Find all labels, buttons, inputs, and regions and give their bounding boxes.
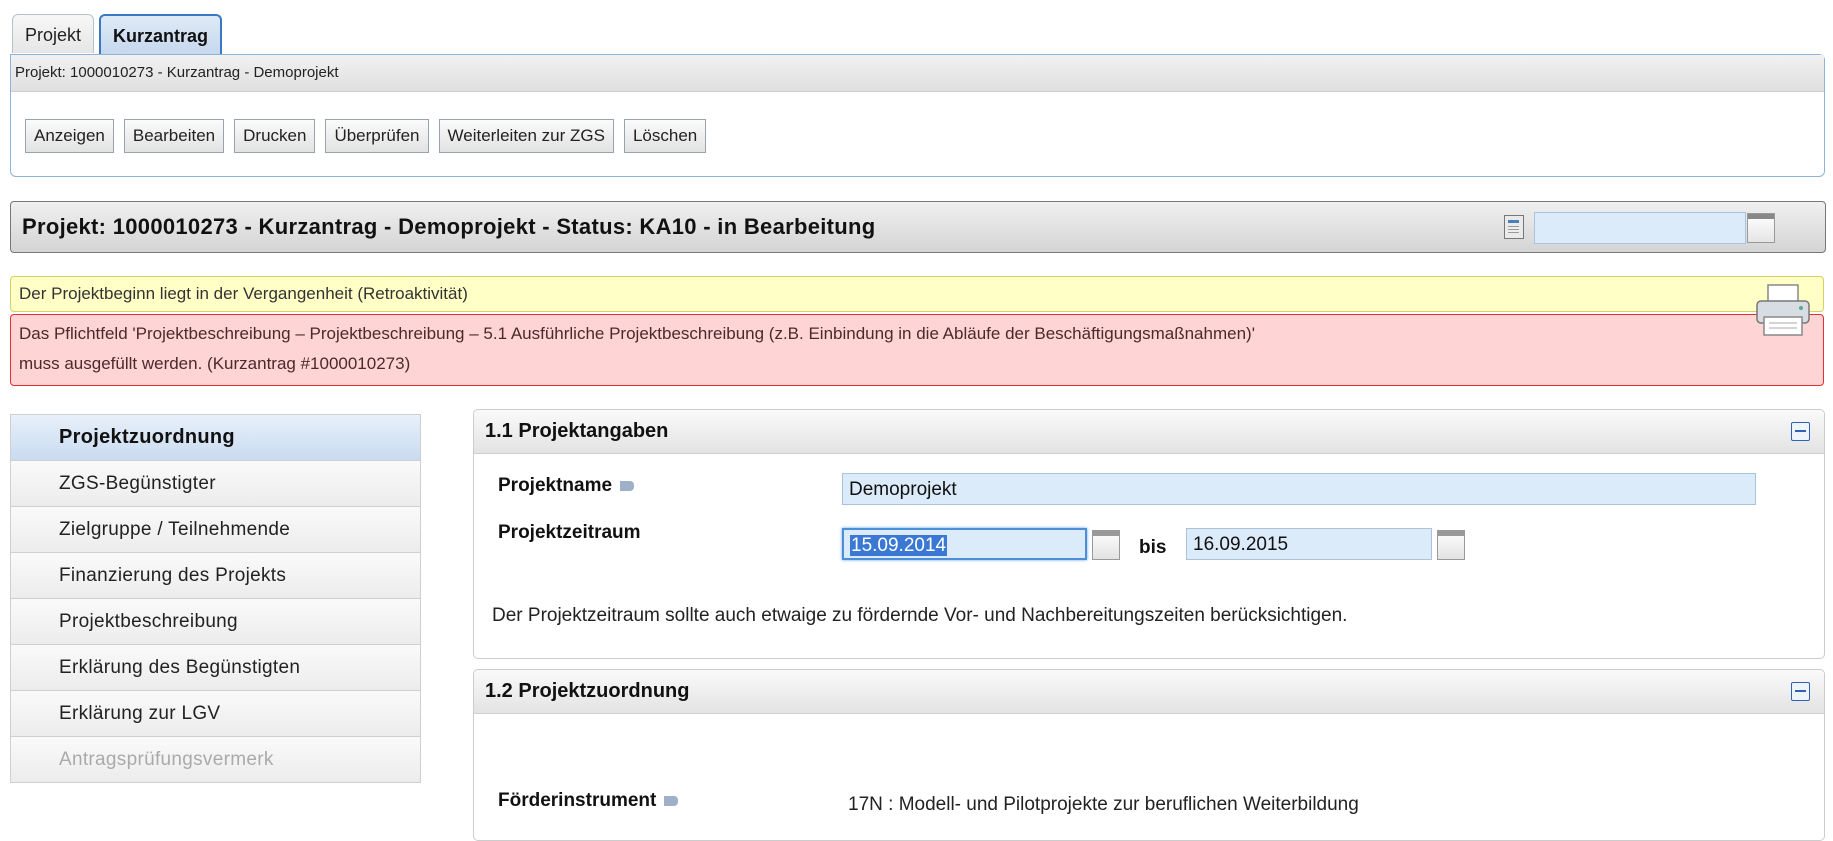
date-from-input[interactable]: 15.09.2014 [842,528,1087,560]
loeschen-button[interactable]: Löschen [623,119,707,153]
sidebar-item-antragspruefungsvermerk: Antragsprüfungsvermerk [10,737,421,783]
form-icon[interactable] [1504,215,1524,239]
sidebar-item-zielgruppe[interactable]: Zielgruppe / Teilnehmende [10,507,421,553]
section-title: 1.1 Projektangaben [474,410,1824,454]
foerderinstrument-label: Förderinstrument [498,790,679,812]
tab-kurzantrag[interactable]: Kurzantrag [99,14,223,54]
top-tabs: Projekt Kurzantrag [12,14,223,54]
projektname-input[interactable]: Demoprojekt [842,473,1756,505]
action-toolbar: Anzeigen Bearbeiten Drucken Überprüfen W… [25,119,707,153]
sidebar-item-finanzierung[interactable]: Finanzierung des Projekts [10,553,421,599]
projektname-label: Projektname [498,475,635,497]
date-to-input[interactable]: 16.09.2015 [1186,528,1432,560]
collapse-icon[interactable] [1791,422,1810,441]
header-panel: Projekt: 1000010273 - Kurzantrag - Demop… [10,54,1825,177]
section-projektzuordnung: 1.2 Projektzuordnung Förderinstrument 17… [473,669,1825,841]
bis-label: bis [1139,537,1167,558]
bearbeiten-button[interactable]: Bearbeiten [123,119,225,153]
breadcrumb: Projekt: 1000010273 - Kurzantrag - Demop… [11,55,1824,92]
section-title: 1.2 Projektzuordnung [474,670,1824,714]
sidebar-item-projektbeschreibung[interactable]: Projektbeschreibung [10,599,421,645]
projektname-label-text: Projektname [498,475,613,496]
calendar-icon[interactable] [1747,213,1775,243]
anzeigen-button[interactable]: Anzeigen [25,119,114,153]
date-from-value: 15.09.2014 [850,535,948,556]
collapse-icon[interactable] [1791,682,1810,701]
foerderinstrument-label-text: Förderinstrument [498,790,657,811]
calendar-icon[interactable] [1437,530,1465,560]
weiterleiten-button[interactable]: Weiterleiten zur ZGS [438,119,614,153]
zeitraum-hint: Der Projektzeitraum sollte auch etwaige … [492,605,1348,626]
printer-icon[interactable] [1754,283,1812,339]
drucken-button[interactable]: Drucken [234,119,316,153]
title-search-input[interactable] [1534,212,1746,244]
error-message-line-2: muss ausgefüllt werden. (Kurzantrag #100… [19,354,411,373]
projektzeitraum-label: Projektzeitraum [498,522,641,543]
help-icon[interactable] [620,480,635,491]
project-title-bar: Projekt: 1000010273 - Kurzantrag - Demop… [10,201,1826,253]
sidebar-item-erklaerung-lgv[interactable]: Erklärung zur LGV [10,691,421,737]
sidebar-item-erklaerung-beguenstigten[interactable]: Erklärung des Begünstigten [10,645,421,691]
section-projektangaben: 1.1 Projektangaben Projektname Demoproje… [473,409,1825,659]
tab-projekt[interactable]: Projekt [12,14,95,53]
page-title: Projekt: 1000010273 - Kurzantrag - Demop… [22,214,876,239]
sidebar-item-zgs-beguenstigter[interactable]: ZGS-Begünstigter [10,461,421,507]
ueberpruefen-button[interactable]: Überprüfen [325,119,429,153]
error-message-line-1: Das Pflichtfeld 'Projektbeschreibung – P… [19,324,1255,343]
help-icon[interactable] [664,795,679,806]
calendar-icon[interactable] [1092,530,1120,560]
foerderinstrument-value: 17N : Modell- und Pilotprojekte zur beru… [848,794,1359,815]
warning-message: Der Projektbeginn liegt in der Vergangen… [10,276,1824,312]
sidebar-item-projektzuordnung[interactable]: Projektzuordnung [10,414,421,461]
error-message: Das Pflichtfeld 'Projektbeschreibung – P… [10,314,1824,386]
sidebar-nav: Projektzuordnung ZGS-Begünstigter Zielgr… [10,414,421,783]
